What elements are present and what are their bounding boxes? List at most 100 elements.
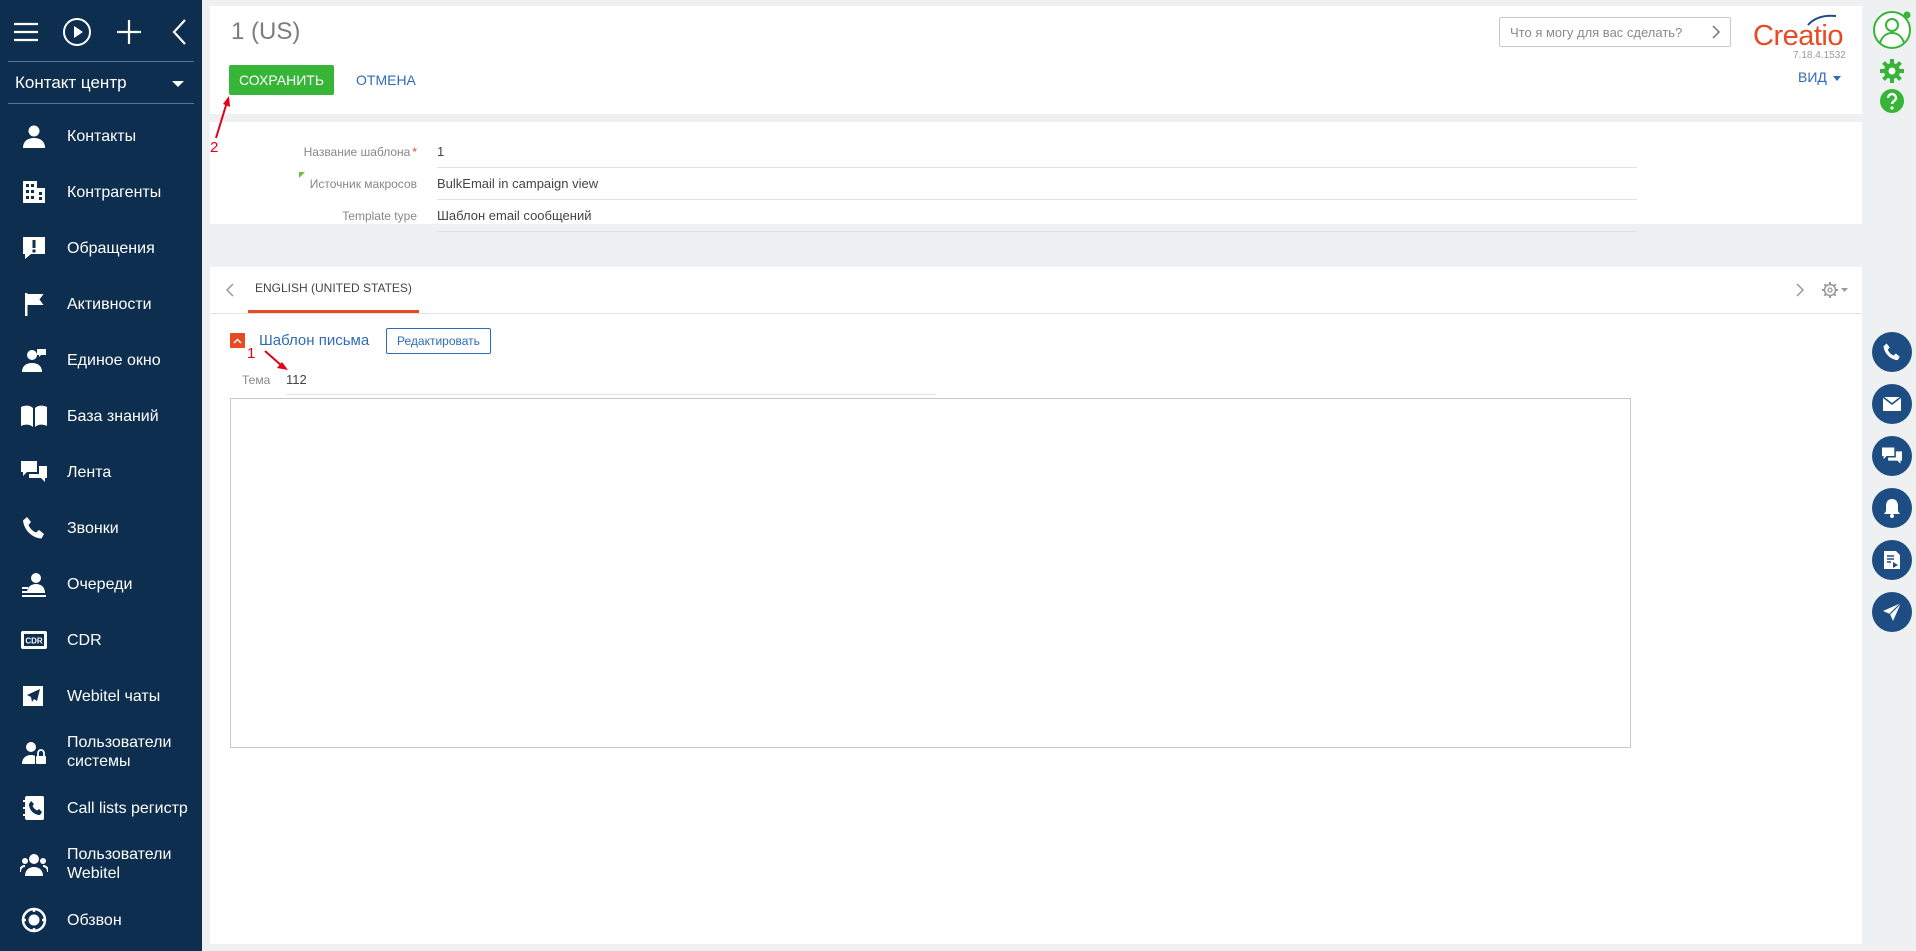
chevron-down-icon	[172, 81, 184, 87]
email-body-editor[interactable]	[230, 398, 1631, 748]
view-button[interactable]: ВИД	[1798, 69, 1841, 85]
sidebar-item-label: Обзвон	[67, 911, 122, 929]
process-play-icon[interactable]	[59, 14, 95, 50]
template-panel: ENGLISH (UNITED STATES) Шаблон письма Ре…	[210, 267, 1862, 944]
sidebar-item-call-lists[interactable]: Call lists регистр	[0, 780, 202, 836]
sidebar-item-label: Очереди	[67, 575, 133, 593]
building-icon	[17, 177, 51, 207]
menu-icon[interactable]	[8, 14, 44, 50]
sidebar-item-label: База знаний	[67, 407, 159, 425]
workspace-select[interactable]: Контакт центр	[0, 62, 202, 104]
sidebar-item-single-window[interactable]: Единое окно	[0, 332, 202, 388]
person-message-icon	[17, 345, 51, 375]
group-collapse-toggle[interactable]	[230, 333, 245, 348]
command-line-input[interactable]	[1500, 18, 1705, 46]
document-play-icon	[1884, 551, 1900, 569]
subject-label: Тема	[242, 373, 271, 387]
field-label: Template type	[342, 209, 417, 223]
chevron-right-icon[interactable]	[1795, 282, 1805, 303]
sidebar-item-feed[interactable]: Лента	[0, 444, 202, 500]
phonebook-icon	[17, 793, 51, 823]
field-macro-source: Источник макросов BulkEmail in campaign …	[210, 169, 1637, 200]
gear-icon[interactable]	[1822, 281, 1848, 304]
chat-icon	[17, 457, 51, 487]
sidebar-nav: Контакты Контрагенты Обращения Активност…	[0, 108, 202, 948]
sidebar-item-label: Единое окно	[67, 351, 161, 369]
system-designer-gear-icon[interactable]	[1879, 58, 1905, 89]
chat-icon	[1882, 447, 1902, 464]
add-icon[interactable]	[111, 14, 147, 50]
annotation-arrow-icon	[264, 350, 288, 370]
process-panel-button[interactable]	[1872, 540, 1912, 580]
envelope-icon	[1882, 396, 1902, 411]
annotation-arrow-icon	[215, 96, 230, 139]
sidebar-item-cdr[interactable]: CDR CDR	[0, 612, 202, 668]
svg-text:CDR: CDR	[25, 637, 43, 646]
sidebar-item-label: Пользователи Webitel	[67, 846, 172, 882]
template-type-lookup[interactable]: Шаблон email сообщений	[437, 201, 1637, 232]
sidebar-item-contacts[interactable]: Контакты	[0, 108, 202, 164]
communication-panel	[1862, 0, 1916, 951]
sidebar-item-label: CDR	[67, 631, 102, 649]
cdr-icon: CDR	[17, 625, 51, 655]
sidebar-item-activities[interactable]: Активности	[0, 276, 202, 332]
template-name-input[interactable]: 1	[437, 137, 1637, 168]
caret-down-icon	[1832, 75, 1841, 81]
notifications-panel-button[interactable]	[1872, 488, 1912, 528]
paper-plane-icon	[1883, 602, 1902, 621]
sidebar-item-system-users[interactable]: Пользователи системы	[0, 724, 202, 780]
exclamation-icon	[17, 233, 51, 263]
field-template-name: Название шаблона * 1	[210, 137, 1637, 168]
lookup-corner-icon	[299, 172, 305, 178]
subject-input[interactable]: 112	[286, 366, 936, 395]
chat-panel-button[interactable]	[1872, 436, 1912, 476]
sidebar-item-label: Webitel чаты	[67, 687, 161, 705]
cancel-button[interactable]: ОТМЕНА	[356, 65, 416, 95]
view-button-label: ВИД	[1798, 69, 1827, 85]
phone-panel-button[interactable]	[1872, 332, 1912, 372]
sidebar-item-label: Активности	[67, 295, 152, 313]
details-panel: Название шаблона * 1 Источник макросов Bu…	[210, 122, 1862, 232]
email-panel-button[interactable]	[1872, 384, 1912, 424]
book-icon	[17, 401, 51, 431]
macro-source-lookup[interactable]: BulkEmail in campaign view	[437, 169, 1637, 200]
page-title: 1 (US)	[231, 18, 301, 45]
sidebar-item-label: Call lists регистр	[67, 799, 188, 817]
chevron-right-icon[interactable]	[1710, 25, 1722, 44]
sidebar-item-label: Лента	[67, 463, 112, 481]
profile-avatar[interactable]	[1872, 10, 1912, 55]
sidebar-item-accounts[interactable]: Контрагенты	[0, 164, 202, 220]
command-line	[1499, 17, 1731, 47]
app-version: 7.18.4.1532	[1793, 50, 1846, 61]
group-title[interactable]: Шаблон письма	[259, 332, 369, 349]
sidebar-toolbar	[0, 0, 202, 62]
sidebar-item-queues[interactable]: Очереди	[0, 556, 202, 612]
sidebar-item-calls[interactable]: Звонки	[0, 500, 202, 556]
webitel-panel-button[interactable]	[1872, 592, 1912, 632]
dialer-icon	[17, 905, 51, 935]
paper-plane-icon	[17, 681, 51, 711]
sidebar-item-label: Пользователи системы	[67, 734, 172, 770]
tab-english-united-states[interactable]: ENGLISH (UNITED STATES)	[248, 267, 419, 313]
annotation-label-2: 2	[210, 139, 219, 156]
collapse-chevron-icon[interactable]	[162, 14, 198, 50]
workspace-label: Контакт центр	[15, 73, 127, 92]
sidebar-item-cases[interactable]: Обращения	[0, 220, 202, 276]
edit-button[interactable]: Редактировать	[386, 328, 491, 354]
chevron-left-icon[interactable]	[225, 282, 235, 303]
chevron-up-icon	[233, 338, 242, 343]
sidebar-item-webitel-chats[interactable]: Webitel чаты	[0, 668, 202, 724]
help-icon[interactable]	[1879, 88, 1905, 119]
sidebar-item-label: Контрагенты	[67, 183, 162, 201]
sidebar-item-label: Контакты	[67, 127, 137, 145]
sidebar-item-webitel-users[interactable]: Пользователи Webitel	[0, 836, 202, 892]
sidebar-item-knowledge-base[interactable]: База знаний	[0, 388, 202, 444]
creatio-logo: Creatio	[1753, 14, 1849, 54]
sidebar-item-dialer[interactable]: Обзвон	[0, 892, 202, 948]
sidebar: Контакт центр Контакты Контрагенты Обращ…	[0, 0, 202, 951]
logo-swoosh-icon	[1807, 14, 1837, 26]
sidebar-item-label: Обращения	[67, 239, 155, 257]
field-template-type: Template type Шаблон email сообщений	[210, 201, 1637, 232]
sidebar-item-label: Звонки	[67, 519, 119, 537]
save-button[interactable]: СОХРАНИТЬ	[229, 65, 334, 95]
